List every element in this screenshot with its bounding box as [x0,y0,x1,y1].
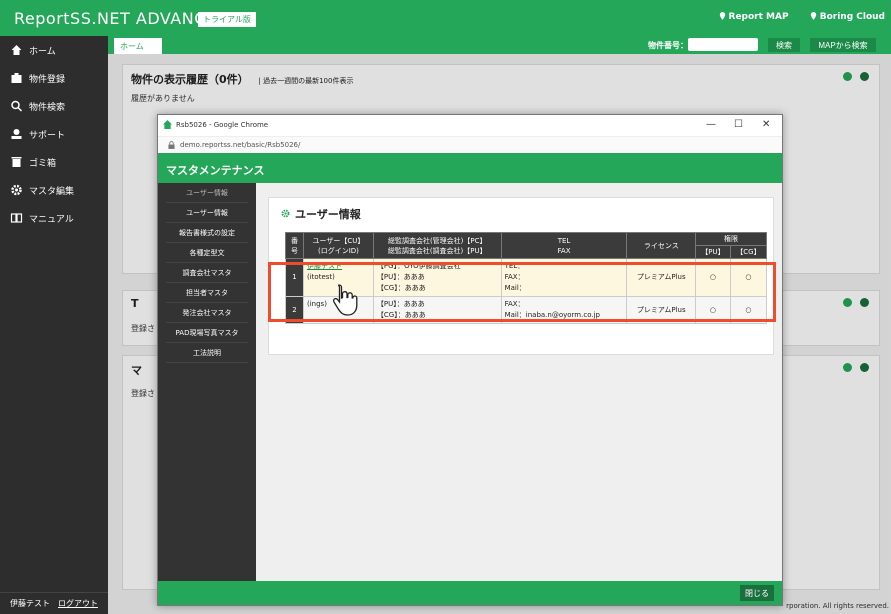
current-user[interactable]: 伊藤テスト [10,598,50,609]
header-company: 総監調査会社(管理会社)【PC】 総監調査会社(調査会社)【PU】 [372,232,502,259]
popup-header: マスタメンテナンス [158,153,782,183]
header-user: ユーザー【CU】 (ログインID) [303,232,374,259]
browser-title-bar: Rsb5026 - Google Chrome — ☐ ✕ [158,115,782,137]
header-tel: TEL FAX [500,232,628,259]
pin-icon [719,12,725,20]
perm-cg-cell: ○ [729,258,768,297]
contact-cell: FAX： Mail：inaba.n@oyorm.co.jp [500,296,628,324]
perm-cg-cell: ○ [729,296,768,324]
sidebar-item-search[interactable]: 物件検索 [0,92,108,120]
header-perm-cg: 【CG】 [729,245,768,259]
question-icon [810,12,816,20]
header-num: 番号 [285,232,304,259]
sidebar-item-trash[interactable]: ゴミ箱 [0,148,108,176]
home-icon [163,120,172,129]
building-icon [11,73,22,83]
perm-pu-cell: ○ [695,296,731,324]
license-cell: プレミアムPlus [626,296,697,324]
tab-home[interactable]: ホーム [114,38,162,54]
company-cell: 【PU】：あああ 【CG】：あああ [372,296,502,324]
user-icon [11,129,22,139]
app-title: ReportSS.NET ADVANCE [14,9,217,28]
trial-badge: トライアル版 [198,12,256,27]
property-number-label: 物件番号： [648,41,688,50]
hand-cursor-icon [332,284,358,316]
close-icon[interactable]: ✕ [762,119,770,130]
user-name-link[interactable]: 伊藤テスト [307,261,370,272]
url-bar[interactable]: demo.reportss.net/basic/Rsb5026/ [158,137,782,153]
menu-item-user-info-2[interactable]: ユーザー情報 [166,203,248,223]
header-license: ライセンス [626,232,697,259]
url-text: demo.reportss.net/basic/Rsb5026/ [180,141,301,149]
popup-footer: 閉じる [158,581,782,605]
book-icon [10,213,23,223]
minimize-icon[interactable]: — [706,119,716,130]
menu-item-pad-photo[interactable]: PAD現場写真マスタ [166,323,248,343]
logout-link[interactable]: ログアウト [58,598,98,609]
contact-cell: TEL： FAX： Mail： [500,258,628,297]
menu-item-ordering-company[interactable]: 発注会社マスタ [166,303,248,323]
menu-item-templates[interactable]: 各種定型文 [166,243,248,263]
sidebar-item-home[interactable]: ホーム [0,36,108,64]
header-perm-pu: 【PU】 [695,245,731,259]
tab-bar: ホーム 物件番号： 検索 MAPから検索 [108,36,891,54]
report-map-link[interactable]: Report MAP [719,12,792,22]
master-menu: ユーザー情報 ユーザー情報 報告書様式の設定 各種定型文 調査会社マスタ 担当者… [158,183,256,581]
user-info-card: ユーザー情報 番号 ユーザー【CU】 (ログインID) 総監調査会社(管理会社)… [268,197,774,355]
section-title: ユーザー情報 [281,206,361,222]
close-button[interactable]: 閉じる [740,585,774,601]
menu-item-user-info[interactable]: ユーザー情報 [166,183,248,203]
header-permission: 権限 [695,232,767,246]
home-icon [11,45,22,55]
trash-icon [11,157,22,167]
sidebar-item-manual[interactable]: マニュアル [0,204,108,232]
sidebar-item-master[interactable]: マスタ編集 [0,176,108,204]
window-title: Rsb5026 - Google Chrome [176,121,269,129]
perm-pu-cell: ○ [695,258,731,297]
top-bar: ReportSS.NET ADVANCE トライアル版 Report MAP B… [0,0,891,36]
menu-item-survey-company[interactable]: 調査会社マスタ [166,263,248,283]
master-maintenance-window: Rsb5026 - Google Chrome — ☐ ✕ demo.repor… [157,114,783,606]
maximize-icon[interactable]: ☐ [734,119,743,130]
menu-item-report-format[interactable]: 報告書様式の設定 [166,223,248,243]
menu-item-staff[interactable]: 担当者マスタ [166,283,248,303]
search-button[interactable]: 検索 [768,38,800,52]
gear-icon [11,184,22,196]
sidebar: ホーム 物件登録 物件検索 サポート ゴミ箱 マスタ編集 マニュアル 伊藤テスト… [0,36,108,614]
boring-cloud-link[interactable]: Boring Cloud [810,12,885,22]
company-cell: 【PG】：OYO伊藤調査会社 【PU】：あああ 【CG】：あああ [372,258,502,297]
top-right-links: Report MAP Boring Cloud [701,12,885,22]
popup-content: ユーザー情報 番号 ユーザー【CU】 (ログインID) 総監調査会社(管理会社)… [256,183,782,581]
sidebar-footer: 伊藤テスト ログアウト [0,592,108,614]
menu-item-method[interactable]: 工法説明 [166,343,248,363]
map-search-button[interactable]: MAPから検索 [810,38,876,52]
license-cell: プレミアムPlus [626,258,697,297]
lock-icon [168,141,175,149]
sidebar-item-register[interactable]: 物件登録 [0,64,108,92]
gear-icon [281,209,290,218]
sidebar-item-support[interactable]: サポート [0,120,108,148]
property-search-input[interactable] [688,38,758,51]
search-icon [11,100,23,112]
